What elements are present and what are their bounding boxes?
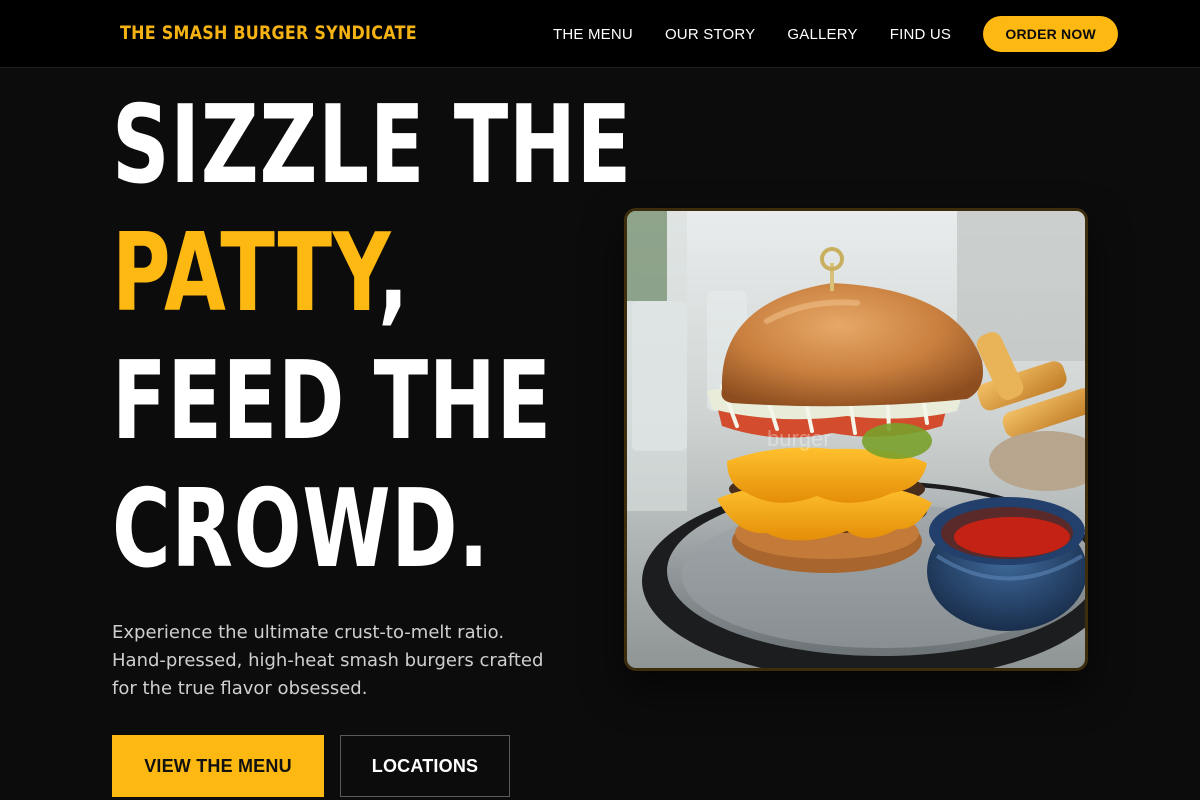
image-watermark: burger — [767, 426, 831, 451]
hero-title-line-3: FEED THE — [112, 339, 552, 464]
hero-title-accent-word: PATTY — [112, 211, 379, 336]
nav-link-gallery[interactable]: GALLERY — [787, 26, 857, 43]
order-now-button[interactable]: ORDER NOW — [983, 16, 1119, 52]
brand-logo[interactable]: THE SMASH BURGER SYNDICATE — [120, 19, 417, 47]
hero-title-line-1: SIZZLE THE — [112, 83, 632, 208]
hero-title-line-2: PATTY, — [112, 210, 632, 338]
site-header: THE SMASH BURGER SYNDICATE THE MENU OUR … — [0, 0, 1200, 68]
nav-link-our-story[interactable]: OUR STORY — [665, 26, 755, 43]
main-nav: THE MENU OUR STORY GALLERY FIND US ORDER… — [553, 0, 1119, 68]
locations-button[interactable]: LOCATIONS — [340, 735, 510, 797]
hero-description-line: Hand-pressed, high-heat smash burgers cr… — [112, 650, 544, 671]
hero-description-line: for the true flavor obsessed. — [112, 678, 368, 699]
smash-burger-photo-icon: burger — [627, 211, 1085, 668]
hero-title-line-4: CROWD. — [112, 467, 490, 592]
hero-title: SIZZLE THE PATTY, FEED THE CROWD. — [112, 82, 632, 594]
hero-burger-photo: burger — [624, 208, 1088, 671]
hero-title-comma: , — [378, 211, 410, 336]
nav-link-find-us[interactable]: FIND US — [890, 26, 951, 43]
hero-description: Experience the ultimate crust-to-melt ra… — [112, 619, 592, 703]
nav-link-the-menu[interactable]: THE MENU — [553, 26, 633, 43]
hero-description-line: Experience the ultimate crust-to-melt ra… — [112, 622, 505, 643]
view-the-menu-button[interactable]: VIEW THE MENU — [112, 735, 324, 797]
